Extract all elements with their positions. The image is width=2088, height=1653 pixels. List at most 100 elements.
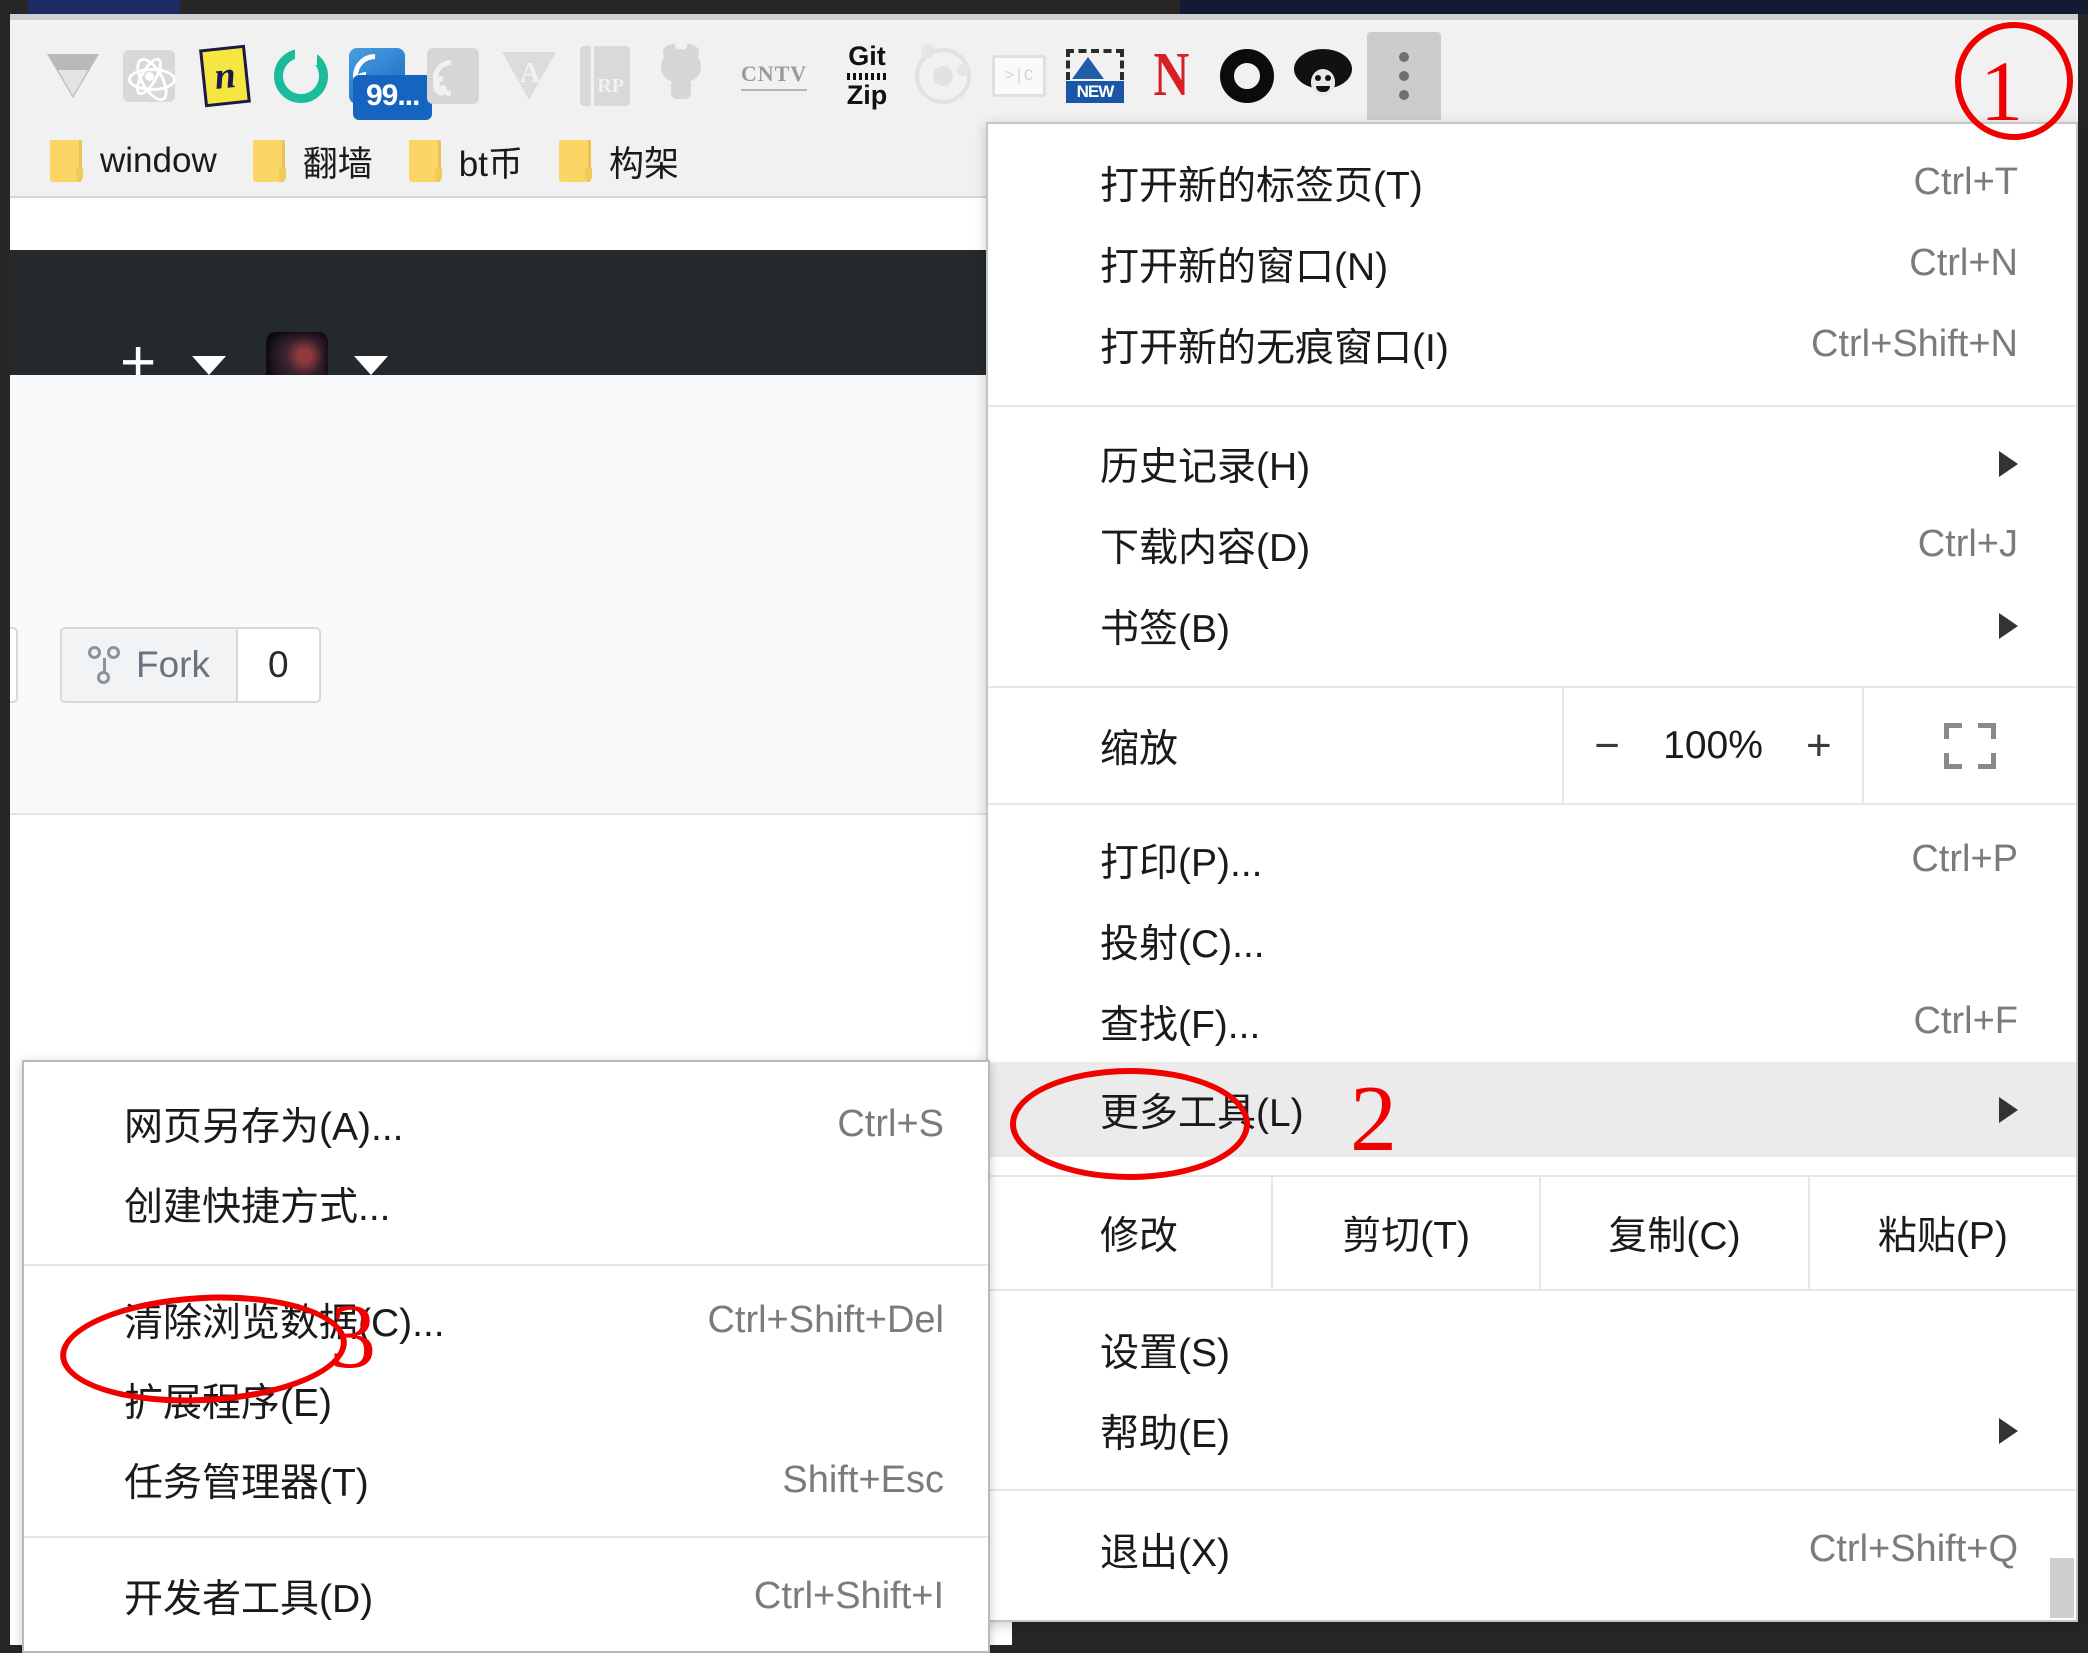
browser-toolbar: n 99... A RP CNTV Git Zip >|C NEW N	[10, 14, 2078, 126]
orbit-icon[interactable]	[905, 38, 981, 114]
menu-item-label: 扩展程序(E)	[124, 1382, 332, 1425]
chrome-main-menu: 打开新的标签页(T) Ctrl+T 打开新的窗口(N) Ctrl+N 打开新的无…	[986, 122, 2078, 1622]
menu-item-new-incognito-window[interactable]: 打开新的无痕窗口(I) Ctrl+Shift+N	[988, 304, 2076, 385]
menu-item-clear-browsing-data[interactable]: 清除浏览数据(C)... Ctrl+Shift+Del	[24, 1280, 988, 1360]
menu-item-downloads[interactable]: 下载内容(D) Ctrl+J	[988, 504, 2076, 585]
folder-icon	[50, 140, 83, 182]
copy-button[interactable]: 复制(C)	[1539, 1177, 1807, 1289]
angular-icon[interactable]: A	[491, 38, 567, 114]
opera-icon[interactable]	[1209, 38, 1285, 114]
menu-item-accel: Ctrl+N	[1909, 242, 2018, 284]
gitzip-icon[interactable]: Git Zip	[829, 38, 905, 114]
menu-item-cast[interactable]: 投射(C)...	[988, 900, 2076, 981]
fork-button[interactable]: Fork	[60, 627, 238, 703]
window-frame-left	[0, 14, 10, 1653]
bookmark-label: 构架	[608, 144, 679, 184]
fullscreen-button[interactable]	[1862, 688, 2076, 803]
browser-window: n 99... A RP CNTV Git Zip >|C NEW N wind…	[0, 0, 2088, 1653]
chevron-down-icon[interactable]	[354, 356, 388, 375]
menu-item-settings[interactable]: 设置(S)	[988, 1309, 2076, 1390]
bookmark-folder-fanqiang[interactable]: 翻墙	[252, 136, 373, 187]
menu-item-label: 打开新的窗口(N)	[1100, 245, 1389, 289]
menu-item-label: 开发者工具(D)	[124, 1578, 374, 1621]
react-devtools-icon[interactable]	[111, 38, 187, 114]
menu-item-label: 书签(B)	[1100, 607, 1230, 651]
fork-button-group[interactable]: Fork 0	[60, 627, 321, 703]
partial-button-edge	[10, 627, 18, 703]
menu-item-exit[interactable]: 退出(X) Ctrl+Shift+Q	[988, 1509, 2076, 1590]
menu-item-label: 创建快捷方式...	[124, 1186, 391, 1229]
menu-item-label: 设置(S)	[1100, 1331, 1230, 1375]
octocat-icon[interactable]	[643, 38, 719, 114]
menu-item-task-manager[interactable]: 任务管理器(T) Shift+Esc	[24, 1440, 988, 1520]
menu-item-label: 任务管理器(T)	[124, 1462, 369, 1505]
fork-icon	[88, 646, 120, 684]
menu-item-create-shortcut[interactable]: 创建快捷方式...	[24, 1164, 988, 1244]
bookmark-label: window	[100, 141, 217, 180]
menu-item-bookmarks[interactable]: 书签(B)	[988, 585, 2076, 666]
chevron-right-icon	[1999, 450, 2018, 477]
menu-item-accel: Ctrl+Shift+Del	[707, 1298, 944, 1341]
menu-item-developer-tools[interactable]: 开发者工具(D) Ctrl+Shift+I	[24, 1556, 988, 1636]
menu-item-label: 打开新的无痕窗口(I)	[1100, 326, 1449, 370]
menu-scrollbar[interactable]	[2050, 1558, 2074, 1618]
new-tab-icon[interactable]: NEW	[1057, 38, 1133, 114]
fullscreen-icon	[1944, 722, 1996, 769]
chrome-menu-button[interactable]	[1367, 32, 1441, 120]
menu-item-more-tools[interactable]: 更多工具(L)	[988, 1062, 2076, 1157]
menu-item-print[interactable]: 打印(P)... Ctrl+P	[988, 819, 2076, 900]
menu-item-label: 打开新的标签页(T)	[1100, 164, 1423, 208]
extension-icon-row: n 99... A RP CNTV Git Zip >|C NEW N	[10, 26, 2078, 126]
console-label: >|C	[1004, 67, 1034, 85]
folder-icon	[408, 140, 442, 182]
zoom-out-button[interactable]: −	[1585, 721, 1629, 771]
tampermonkey-icon[interactable]	[1285, 38, 1361, 114]
bookmark-folder-window[interactable]: window	[50, 140, 217, 182]
bookmark-label: 翻墙	[302, 144, 373, 184]
cut-button[interactable]: 剪切(T)	[1271, 1177, 1539, 1289]
menu-item-extensions[interactable]: 扩展程序(E)	[24, 1360, 988, 1440]
menu-item-help[interactable]: 帮助(E)	[988, 1390, 2076, 1471]
menu-item-label: 下载内容(D)	[1100, 526, 1311, 570]
active-tab[interactable]	[28, 0, 180, 14]
menu-item-accel: Ctrl+Shift+Q	[1808, 1528, 2018, 1570]
new-label: NEW	[1066, 81, 1124, 103]
bookmark-folder-btbi[interactable]: bt币	[408, 136, 523, 187]
menu-item-find[interactable]: 查找(F)... Ctrl+F	[988, 981, 2076, 1062]
menu-item-save-page-as[interactable]: 网页另存为(A)... Ctrl+S	[24, 1084, 988, 1164]
edit-row: 修改 剪切(T) 复制(C) 粘贴(P)	[988, 1177, 2076, 1289]
zoom-in-button[interactable]: +	[1797, 721, 1841, 771]
rp-icon[interactable]: RP	[567, 38, 643, 114]
menu-item-history[interactable]: 历史记录(H)	[988, 423, 2076, 504]
chevron-right-icon	[1999, 1096, 2018, 1123]
fork-count[interactable]: 0	[238, 627, 321, 703]
repo-header-area: Fork 0	[10, 375, 1012, 815]
paste-button[interactable]: 粘贴(P)	[1807, 1177, 2076, 1289]
menu-item-label: 清除浏览数据(C)...	[124, 1302, 445, 1345]
kebab-dot	[1399, 90, 1409, 100]
menu-item-new-tab[interactable]: 打开新的标签页(T) Ctrl+T	[988, 142, 2076, 223]
chevron-down-icon[interactable]	[192, 356, 226, 375]
menu-item-label: 更多工具(L)	[1100, 1091, 1304, 1135]
netflix-icon[interactable]: N	[1133, 38, 1209, 114]
menu-item-label: 投射(C)...	[1100, 922, 1265, 966]
rss-reader-icon[interactable]: 99...	[339, 38, 433, 120]
menu-item-new-window[interactable]: 打开新的窗口(N) Ctrl+N	[988, 223, 2076, 304]
menu-item-label: 查找(F)...	[1100, 1003, 1261, 1047]
sync-icon[interactable]	[263, 38, 339, 114]
notes-icon[interactable]: n	[187, 38, 263, 114]
cntv-icon[interactable]: CNTV	[719, 38, 829, 114]
menu-item-label: 网页另存为(A)...	[124, 1106, 404, 1149]
tab-strip-right-area	[1180, 0, 2088, 14]
console-icon[interactable]: >|C	[981, 38, 1057, 114]
rss-gray-icon[interactable]	[415, 38, 491, 114]
window-frame-right	[2078, 14, 2088, 1653]
more-tools-submenu: 网页另存为(A)... Ctrl+S 创建快捷方式... 清除浏览数据(C)..…	[22, 1060, 990, 1653]
site-header: +	[10, 250, 1012, 394]
menu-item-accel: Ctrl+J	[1917, 523, 2018, 565]
menu-item-accel: Ctrl+S	[837, 1102, 944, 1145]
chevron-right-icon	[1999, 612, 2018, 639]
bookmark-folder-goujia[interactable]: 构架	[558, 136, 679, 187]
vue-devtools-icon[interactable]	[35, 38, 111, 114]
bookmark-label: bt币	[458, 144, 523, 184]
